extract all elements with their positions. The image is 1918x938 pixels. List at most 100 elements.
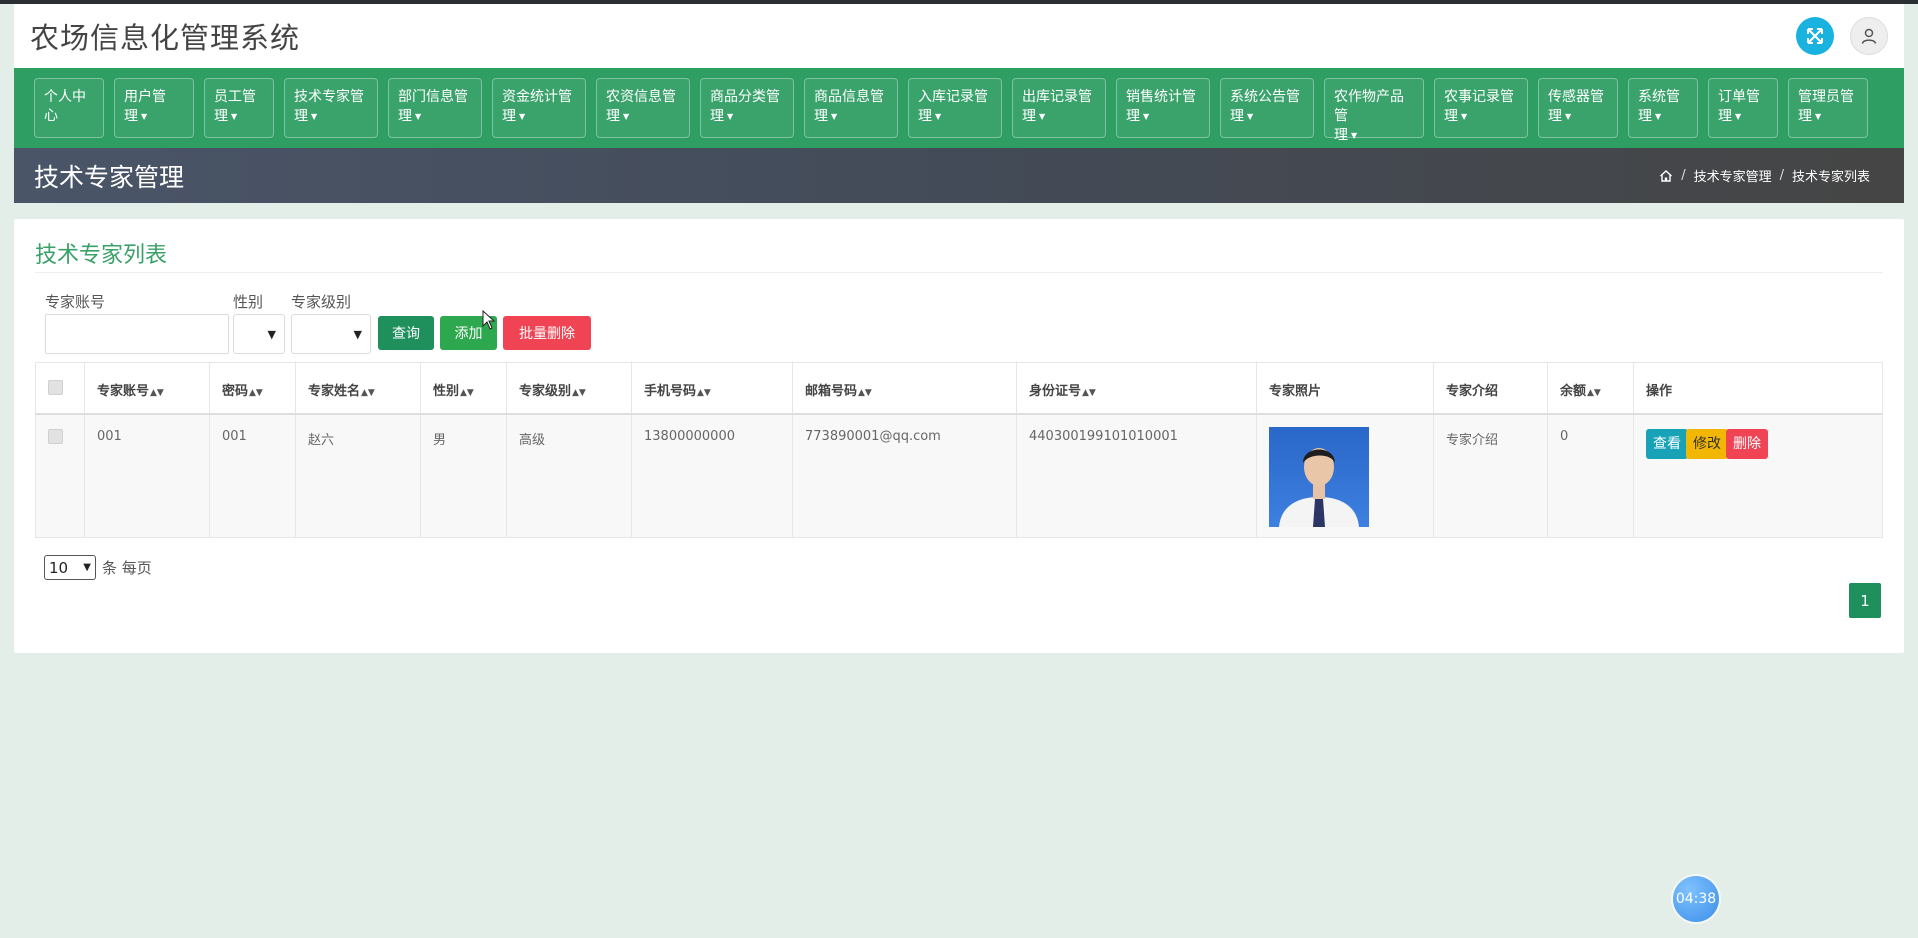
nav-item-farming-records[interactable]: 农事记录管理 ▼ xyxy=(1434,78,1528,138)
sort-icon: ▲▼ xyxy=(460,388,474,398)
fullscreen-button[interactable] xyxy=(1796,17,1834,55)
batch-delete-button[interactable]: 批量删除 xyxy=(503,316,591,350)
app-title: 农场信息化管理系统 xyxy=(30,21,301,55)
cell-photo xyxy=(1256,413,1434,538)
chevron-down-icon: ▼ xyxy=(141,112,148,121)
column-header-intro: 专家介绍 xyxy=(1433,362,1548,415)
column-header-balance[interactable]: 余额▲▼ xyxy=(1547,362,1634,415)
chevron-down-icon: ▼ xyxy=(935,112,942,121)
floating-timer[interactable]: 04:38 xyxy=(1673,876,1719,922)
select-all-checkbox[interactable] xyxy=(48,380,63,395)
column-header-id-number[interactable]: 身份证号▲▼ xyxy=(1016,362,1257,415)
chevron-down-icon: ▼ xyxy=(1565,112,1572,121)
chevron-down-icon: ▼ xyxy=(1815,112,1822,121)
mouse-cursor-icon xyxy=(482,310,496,330)
cell-actions: 查看 修改 删除 xyxy=(1633,413,1883,538)
column-header-password[interactable]: 密码▲▼ xyxy=(209,362,296,415)
column-header-name[interactable]: 专家姓名▲▼ xyxy=(295,362,421,415)
user-icon xyxy=(1861,28,1877,44)
column-header-actions: 操作 xyxy=(1633,362,1883,415)
query-button[interactable]: 查询 xyxy=(378,316,434,350)
column-header-email[interactable]: 邮箱号码▲▼ xyxy=(792,362,1017,415)
cell-gender: 男 xyxy=(420,413,507,538)
sort-icon: ▲▼ xyxy=(1082,388,1096,398)
sort-icon: ▲▼ xyxy=(150,388,164,398)
page-size-select[interactable]: 10 ▼ xyxy=(44,555,96,580)
breadcrumb-separator: / xyxy=(1681,168,1686,183)
nav-item-product-info[interactable]: 商品信息管理 ▼ xyxy=(804,78,898,138)
sort-icon: ▲▼ xyxy=(249,388,263,398)
nav-item-stock-in[interactable]: 入库记录管理 ▼ xyxy=(908,78,1002,138)
card-title: 技术专家列表 xyxy=(35,243,168,268)
nav-item-farm-supplies[interactable]: 农资信息管理 ▼ xyxy=(596,78,690,138)
table-header-row: 专家账号▲▼ 密码▲▼ 专家姓名▲▼ 性别▲▼ 专家级别▲▼ 手机号码▲▼ 邮箱… xyxy=(35,362,1883,415)
column-header-gender[interactable]: 性别▲▼ xyxy=(420,362,507,415)
cell-password: 001 xyxy=(209,413,296,538)
delete-button[interactable]: 删除 xyxy=(1726,428,1768,459)
per-page-label: 条 每页 xyxy=(102,559,152,577)
chevron-down-icon: ▼ xyxy=(1247,112,1254,121)
header-actions xyxy=(1796,17,1888,55)
chevron-down-icon: ▼ xyxy=(1143,112,1150,121)
nav-item-personal-center[interactable]: 个人中心 xyxy=(34,78,104,138)
chevron-down-icon: ▼ xyxy=(353,327,362,341)
chevron-down-icon: ▼ xyxy=(831,112,838,121)
nav-item-employee-management[interactable]: 员工管理 ▼ xyxy=(204,78,274,138)
nav-item-fund-statistics[interactable]: 资金统计管理 ▼ xyxy=(492,78,586,138)
expert-photo[interactable] xyxy=(1269,426,1369,527)
account-filter-label: 专家账号 xyxy=(45,293,106,311)
user-menu-button[interactable] xyxy=(1850,17,1888,55)
select-all-cell xyxy=(35,362,85,415)
chevron-down-icon: ▼ xyxy=(623,112,630,121)
column-header-account[interactable]: 专家账号▲▼ xyxy=(84,362,210,415)
cell-phone: 13800000000 xyxy=(631,413,793,538)
divider xyxy=(35,272,1883,273)
column-header-level[interactable]: 专家级别▲▼ xyxy=(506,362,632,415)
breadcrumb-item-expert-management[interactable]: 技术专家管理 xyxy=(1694,166,1772,185)
chevron-down-icon: ▼ xyxy=(727,112,734,121)
nav-item-system-management[interactable]: 系统管理 ▼ xyxy=(1628,78,1698,138)
breadcrumb-item-expert-list: 技术专家列表 xyxy=(1791,170,1870,185)
nav-item-admin-management[interactable]: 管理员管理 ▼ xyxy=(1788,78,1868,138)
edit-button[interactable]: 修改 xyxy=(1686,428,1728,459)
chevron-down-icon: ▼ xyxy=(519,112,526,121)
home-icon[interactable] xyxy=(1659,169,1673,183)
sort-icon: ▲▼ xyxy=(572,388,586,398)
column-header-photo: 专家照片 xyxy=(1256,362,1434,415)
cell-intro: 专家介绍 xyxy=(1433,413,1548,538)
level-filter-select[interactable]: ▼ xyxy=(291,314,371,354)
nav-item-crop-products[interactable]: 农作物产品管理 ▼ xyxy=(1324,78,1424,144)
chevron-down-icon: ▼ xyxy=(415,112,422,121)
nav-item-user-management[interactable]: 用户管理 ▼ xyxy=(114,78,194,138)
gender-filter-label: 性别 xyxy=(233,293,264,311)
page-banner: 技术专家管理 / 技术专家管理 / 技术专家列表 xyxy=(14,148,1904,203)
chevron-down-icon: ▼ xyxy=(1655,112,1662,121)
account-filter-input[interactable] xyxy=(45,314,229,354)
table-row: 001 001 赵六 男 高级 13800000000 773890001@qq… xyxy=(35,413,1883,538)
row-checkbox[interactable] xyxy=(48,428,63,444)
sort-icon: ▲▼ xyxy=(1587,388,1601,398)
cell-balance: 0 xyxy=(1547,413,1634,538)
nav-item-announcements[interactable]: 系统公告管理 ▼ xyxy=(1220,78,1314,138)
chevron-down-icon: ▼ xyxy=(1461,112,1468,121)
breadcrumb: / 技术专家管理 / 技术专家列表 xyxy=(1659,166,1884,185)
column-header-phone[interactable]: 手机号码▲▼ xyxy=(631,362,793,415)
nav-item-expert-management[interactable]: 技术专家管理 ▼ xyxy=(284,78,378,138)
pagination-page-1[interactable]: 1 xyxy=(1849,583,1881,618)
breadcrumb-separator: / xyxy=(1779,168,1784,183)
gender-filter-select[interactable]: ▼ xyxy=(233,314,285,354)
chevron-down-icon: ▼ xyxy=(83,562,91,573)
cell-id-number: 440300199101010001 xyxy=(1016,413,1257,538)
chevron-down-icon: ▼ xyxy=(1351,131,1358,140)
nav-item-stock-out[interactable]: 出库记录管理 ▼ xyxy=(1012,78,1106,138)
chevron-down-icon: ▼ xyxy=(311,112,318,121)
expert-list-card: 技术专家列表 专家账号 性别 ▼ 专家级别 ▼ 查询 添加 批量删除 专家账号▲… xyxy=(14,219,1904,653)
nav-item-sensor-management[interactable]: 传感器管理 ▼ xyxy=(1538,78,1618,138)
view-button[interactable]: 查看 xyxy=(1646,428,1688,459)
cell-email: 773890001@qq.com xyxy=(792,413,1017,538)
nav-item-order-management[interactable]: 订单管理 ▼ xyxy=(1708,78,1778,138)
nav-item-department-management[interactable]: 部门信息管理 ▼ xyxy=(388,78,482,138)
page-title: 技术专家管理 xyxy=(34,162,185,192)
nav-item-sales-statistics[interactable]: 销售统计管理 ▼ xyxy=(1116,78,1210,138)
nav-item-product-category[interactable]: 商品分类管理 ▼ xyxy=(700,78,794,138)
